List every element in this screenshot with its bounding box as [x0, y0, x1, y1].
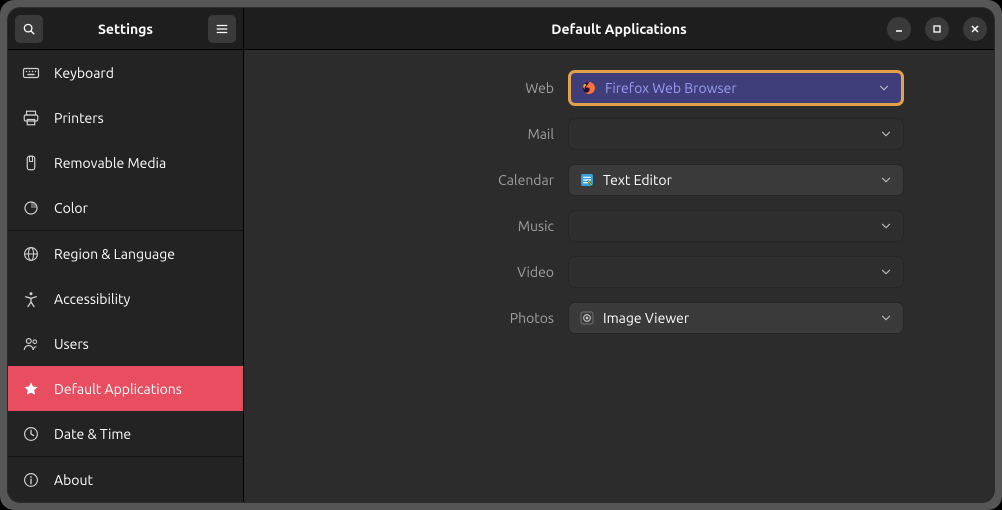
sidebar-item-keyboard[interactable]: Keyboard	[8, 50, 243, 95]
combo-web[interactable]: Firefox Web Browser	[568, 70, 904, 106]
close-button[interactable]	[962, 16, 988, 42]
close-icon	[970, 24, 980, 34]
chevron-down-icon	[877, 81, 891, 95]
sidebar-item-label: Removable Media	[54, 155, 229, 171]
printer-icon	[22, 109, 40, 127]
row-label-music: Music	[334, 218, 554, 234]
minimize-icon	[894, 24, 904, 34]
menu-button[interactable]	[207, 14, 237, 44]
combo-value: Firefox Web Browser	[605, 80, 737, 96]
sidebar-item-label: About	[54, 472, 229, 488]
header-left: Settings	[8, 8, 244, 49]
drive-icon	[22, 154, 40, 172]
window-controls	[886, 16, 988, 42]
chevron-down-icon	[879, 265, 893, 279]
hamburger-icon	[215, 22, 229, 36]
chevron-down-icon	[879, 173, 893, 187]
imageviewer-icon	[579, 310, 595, 326]
row-video: Video	[334, 256, 904, 288]
color-icon	[22, 199, 40, 217]
sidebar-item-label: Region & Language	[54, 246, 229, 262]
combo-calendar[interactable]: Text Editor	[568, 164, 904, 196]
sidebar-item-label: Printers	[54, 110, 229, 126]
combo-value: Text Editor	[603, 172, 672, 188]
globe-icon	[22, 245, 40, 263]
accessibility-icon	[22, 290, 40, 308]
sidebar-item-label: Date & Time	[54, 426, 229, 442]
row-label-photos: Photos	[334, 310, 554, 326]
combo-value: Image Viewer	[603, 310, 689, 326]
sidebar-item-accessibility[interactable]: Accessibility	[8, 276, 243, 321]
combo-mail[interactable]	[568, 118, 904, 150]
page-title: Default Applications	[244, 21, 994, 37]
header-right: Default Applications	[244, 8, 994, 49]
firefox-icon	[581, 80, 597, 96]
combo-video[interactable]	[568, 256, 904, 288]
search-button[interactable]	[14, 14, 44, 44]
row-music: Music	[334, 210, 904, 242]
info-icon	[22, 471, 40, 489]
settings-window: Settings Default Applications Key	[8, 8, 994, 502]
row-photos: Photos Image Viewer	[334, 302, 904, 334]
window-body: Keyboard Printers Removable Media Color Regi…	[8, 50, 994, 502]
users-icon	[22, 335, 40, 353]
chevron-down-icon	[879, 311, 893, 325]
row-label-web: Web	[334, 80, 554, 96]
sidebar-item-removable-media[interactable]: Removable Media	[8, 140, 243, 185]
row-mail: Mail	[334, 118, 904, 150]
sidebar-item-region-language[interactable]: Region & Language	[8, 231, 243, 276]
minimize-button[interactable]	[886, 16, 912, 42]
main-panel: Web Firefox Web Browser Mail Calendar Text E…	[244, 50, 994, 502]
sidebar: Keyboard Printers Removable Media Color Regi…	[8, 50, 244, 502]
row-label-calendar: Calendar	[334, 172, 554, 188]
sidebar-item-label: Keyboard	[54, 65, 229, 81]
sidebar-title: Settings	[46, 21, 205, 37]
chevron-down-icon	[879, 127, 893, 141]
sidebar-item-label: Users	[54, 336, 229, 352]
sidebar-item-date-time[interactable]: Date & Time	[8, 411, 243, 456]
chevron-down-icon	[879, 219, 893, 233]
sidebar-item-default-applications[interactable]: Default Applications	[8, 366, 243, 411]
row-calendar: Calendar Text Editor	[334, 164, 904, 196]
sidebar-item-about[interactable]: About	[8, 457, 243, 502]
maximize-icon	[932, 24, 942, 34]
maximize-button[interactable]	[924, 16, 950, 42]
row-web: Web Firefox Web Browser	[334, 72, 904, 104]
headerbar: Settings Default Applications	[8, 8, 994, 50]
keyboard-icon	[22, 64, 40, 82]
search-icon	[22, 22, 36, 36]
row-label-mail: Mail	[334, 126, 554, 142]
combo-photos[interactable]: Image Viewer	[568, 302, 904, 334]
sidebar-item-label: Color	[54, 200, 229, 216]
texteditor-icon	[579, 172, 595, 188]
sidebar-item-label: Accessibility	[54, 291, 229, 307]
clock-icon	[22, 425, 40, 443]
sidebar-item-printers[interactable]: Printers	[8, 95, 243, 140]
default-apps-form: Web Firefox Web Browser Mail Calendar Text E…	[334, 70, 904, 334]
sidebar-item-users[interactable]: Users	[8, 321, 243, 366]
sidebar-item-color[interactable]: Color	[8, 185, 243, 230]
row-label-video: Video	[334, 264, 554, 280]
sidebar-list[interactable]: Keyboard Printers Removable Media Color Regi…	[8, 50, 243, 502]
star-icon	[22, 380, 40, 398]
sidebar-item-label: Default Applications	[54, 381, 229, 397]
combo-music[interactable]	[568, 210, 904, 242]
